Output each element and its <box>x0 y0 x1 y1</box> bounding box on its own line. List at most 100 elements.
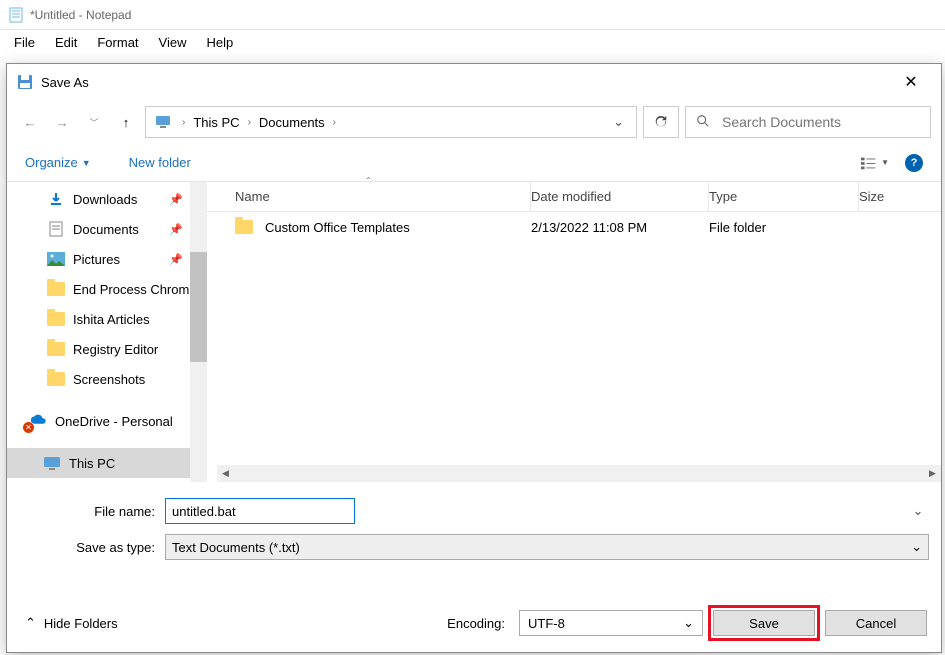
folder-icon <box>235 220 253 234</box>
folder-icon <box>47 280 65 298</box>
save-button[interactable]: Save <box>713 610 815 636</box>
menu-format[interactable]: Format <box>87 33 148 52</box>
tree-label: Downloads <box>73 192 137 207</box>
pin-icon: 📌 <box>169 223 183 236</box>
organize-button[interactable]: Organize▼ <box>25 155 91 170</box>
filename-label: File name: <box>19 504 165 519</box>
hide-folders-button[interactable]: ⌃ Hide Folders <box>25 615 118 631</box>
chevron-right-icon: › <box>327 117 342 128</box>
encoding-select[interactable]: UTF-8 ⌄ <box>519 610 703 636</box>
refresh-icon <box>654 115 668 129</box>
sort-asc-icon: ⌃ <box>365 176 372 185</box>
cancel-button[interactable]: Cancel <box>825 610 927 636</box>
file-row[interactable]: Custom Office Templates 2/13/2022 11:08 … <box>207 212 941 242</box>
chevron-down-icon: ▼ <box>881 158 889 167</box>
column-date[interactable]: Date modified <box>531 182 709 211</box>
save-type-value: Text Documents (*.txt) <box>172 540 300 555</box>
tree-item-registry[interactable]: Registry Editor <box>7 334 207 364</box>
tree-item-this-pc[interactable]: This PC <box>7 448 207 478</box>
chevron-up-icon: ⌃ <box>25 615 36 631</box>
scroll-right-icon[interactable]: ▶ <box>924 468 941 479</box>
tree-label: Documents <box>73 222 139 237</box>
address-bar[interactable]: › This PC › Documents › ⌄ <box>145 106 637 138</box>
folder-icon <box>47 370 65 388</box>
breadcrumb-documents[interactable]: Documents <box>257 115 327 130</box>
menu-help[interactable]: Help <box>196 33 243 52</box>
pc-icon <box>43 454 61 472</box>
notepad-title: *Untitled - Notepad <box>30 8 131 22</box>
chevron-down-icon[interactable]: ⌄ <box>907 498 929 524</box>
chevron-right-icon: › <box>176 117 191 128</box>
column-type[interactable]: Type <box>709 182 859 211</box>
menu-file[interactable]: File <box>4 33 45 52</box>
chevron-right-icon: › <box>242 117 257 128</box>
file-list-panel: Name⌃ Date modified Type Size Custom Off… <box>207 182 941 482</box>
search-box[interactable] <box>685 106 931 138</box>
toolbar-row: Organize▼ New folder ▼ ? <box>7 144 941 182</box>
notepad-menubar: File Edit Format View Help <box>0 30 945 54</box>
list-hscrollbar[interactable]: ◀ ▶ <box>217 465 941 482</box>
recent-dropdown[interactable]: ﹀ <box>81 109 107 135</box>
tree-item-downloads[interactable]: Downloads 📌 <box>7 184 207 214</box>
nav-row: ← → ﹀ ↑ › This PC › Documents › ⌄ <box>7 100 941 144</box>
help-button[interactable]: ? <box>905 154 923 172</box>
folder-icon <box>47 310 65 328</box>
tree-label: Pictures <box>73 252 120 267</box>
chevron-down-icon: ▼ <box>82 158 91 168</box>
column-name[interactable]: Name⌃ <box>207 182 531 211</box>
address-dropdown-icon[interactable]: ⌄ <box>605 114 632 130</box>
encoding-value: UTF-8 <box>528 616 565 631</box>
tree-scrollbar-thumb[interactable] <box>190 252 207 362</box>
view-options-button[interactable]: ▼ <box>861 156 889 170</box>
dialog-title: Save As <box>41 75 891 90</box>
error-badge-icon: ✕ <box>23 422 34 433</box>
tree-label: Ishita Articles <box>73 312 150 327</box>
close-button[interactable]: ✕ <box>891 67 931 97</box>
tree-label: Registry Editor <box>73 342 158 357</box>
tree-label: OneDrive - Personal <box>55 414 173 429</box>
folder-icon <box>47 340 65 358</box>
tree-item-onedrive[interactable]: ✕ OneDrive - Personal <box>7 406 207 436</box>
navigation-tree: Downloads 📌 Documents 📌 Pictures 📌 End P… <box>7 182 207 482</box>
list-header: Name⌃ Date modified Type Size <box>207 182 941 212</box>
dialog-titlebar: Save As ✕ <box>7 64 941 100</box>
file-type: File folder <box>709 220 859 235</box>
breadcrumb-this-pc[interactable]: This PC <box>191 115 241 130</box>
tree-item-screenshots[interactable]: Screenshots <box>7 364 207 394</box>
up-button[interactable]: ↑ <box>113 109 139 135</box>
tree-label: Screenshots <box>73 372 145 387</box>
footer-area: ⌃ Hide Folders Encoding: UTF-8 ⌄ Save Ca… <box>7 594 941 652</box>
tree-label: This PC <box>69 456 115 471</box>
file-date: 2/13/2022 11:08 PM <box>531 220 709 235</box>
download-icon <box>47 190 65 208</box>
search-input[interactable] <box>722 114 920 130</box>
search-icon <box>696 114 710 131</box>
pin-icon: 📌 <box>169 253 183 266</box>
notepad-titlebar: *Untitled - Notepad <box>0 0 945 30</box>
view-icon <box>861 156 877 170</box>
hide-folders-label: Hide Folders <box>44 616 118 631</box>
filename-input[interactable] <box>165 498 355 524</box>
save-as-dialog: Save As ✕ ← → ﹀ ↑ › This PC › Documents … <box>6 63 942 653</box>
menu-view[interactable]: View <box>149 33 197 52</box>
tree-item-ishita[interactable]: Ishita Articles <box>7 304 207 334</box>
pc-icon <box>154 113 172 131</box>
tree-item-end-process[interactable]: End Process Chrom <box>7 274 207 304</box>
pictures-icon <box>47 250 65 268</box>
refresh-button[interactable] <box>643 106 679 138</box>
scroll-left-icon[interactable]: ◀ <box>217 468 234 479</box>
notepad-icon <box>8 7 24 23</box>
save-type-select[interactable]: Text Documents (*.txt) ⌄ <box>165 534 929 560</box>
encoding-label: Encoding: <box>447 616 505 631</box>
tree-item-documents[interactable]: Documents 📌 <box>7 214 207 244</box>
tree-item-pictures[interactable]: Pictures 📌 <box>7 244 207 274</box>
body-area: Downloads 📌 Documents 📌 Pictures 📌 End P… <box>7 182 941 482</box>
menu-edit[interactable]: Edit <box>45 33 87 52</box>
onedrive-icon: ✕ <box>29 412 47 430</box>
document-icon <box>47 220 65 238</box>
new-folder-button[interactable]: New folder <box>129 155 191 170</box>
forward-button[interactable]: → <box>49 109 75 135</box>
form-area: File name: ⌄ Save as type: Text Document… <box>7 482 941 560</box>
back-button[interactable]: ← <box>17 109 43 135</box>
column-size[interactable]: Size <box>859 189 919 204</box>
